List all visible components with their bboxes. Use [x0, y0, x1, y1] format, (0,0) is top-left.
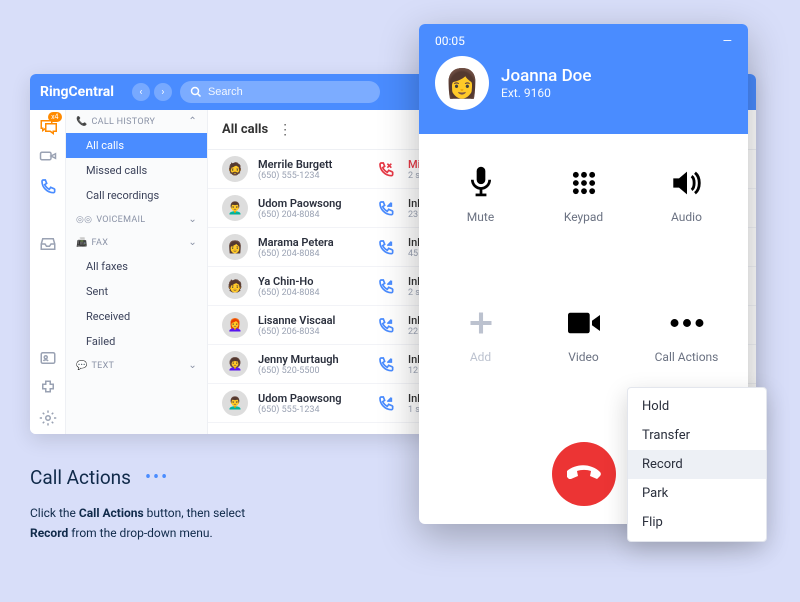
- keypad-icon: [570, 166, 598, 200]
- search-bar[interactable]: [180, 81, 380, 103]
- annotation: Call Actions ••• Click the Call Actions …: [30, 466, 390, 544]
- text-icon: 💬: [76, 361, 88, 371]
- search-icon: [190, 86, 202, 98]
- menu-item-flip[interactable]: Flip: [628, 508, 766, 537]
- nav-back-button[interactable]: ‹: [132, 83, 150, 101]
- rail-contacts-icon[interactable]: [38, 348, 58, 368]
- avatar: 🧑: [222, 273, 248, 299]
- rail-settings-icon[interactable]: [38, 408, 58, 428]
- rail-apps-icon[interactable]: [38, 378, 58, 398]
- call-timer: 00:05: [435, 34, 465, 48]
- video-icon: [568, 306, 600, 340]
- sidebar-item-failed[interactable]: Failed: [66, 329, 207, 354]
- inbound-call-icon: [378, 278, 398, 294]
- avatar: 👩‍🦰: [222, 312, 248, 338]
- call-number: (650) 204-8084: [258, 288, 368, 298]
- contact-extension: Ext. 9160: [501, 86, 591, 100]
- brand-logo: RingCentral: [40, 84, 114, 100]
- annotation-body: Click the Call Actions button, then sele…: [30, 503, 390, 544]
- avatar: 🧔: [222, 156, 248, 182]
- call-contact: 👩 Joanna Doe Ext. 9160: [435, 56, 732, 110]
- avatar: 👨‍🦱: [222, 390, 248, 416]
- rail-badge: x4: [48, 112, 61, 122]
- active-call-panel: 00:05 — 👩 Joanna Doe Ext. 9160 Mute Keyp…: [419, 24, 748, 524]
- missed-call-icon: [378, 161, 398, 177]
- plus-icon: [467, 306, 495, 340]
- sidebar-section-call-history[interactable]: 📞 CALL HISTORY ⌃: [66, 110, 207, 133]
- call-name: Jenny Murtaugh: [258, 353, 368, 366]
- sidebar-item-all-faxes[interactable]: All faxes: [66, 254, 207, 279]
- more-horizontal-icon: [670, 306, 704, 340]
- call-actions-menu: Hold Transfer Record Park Flip: [627, 387, 767, 542]
- chevron-up-icon: ⌃: [188, 116, 197, 127]
- inbound-call-icon: [378, 395, 398, 411]
- more-menu-button[interactable]: ⋮: [278, 122, 292, 138]
- nav-arrows: ‹ ›: [132, 83, 172, 101]
- call-name: Lisanne Viscaal: [258, 314, 368, 327]
- mute-button[interactable]: Mute: [429, 156, 532, 296]
- call-name: Merrile Burgett: [258, 158, 368, 171]
- menu-item-park[interactable]: Park: [628, 479, 766, 508]
- phone-icon: 📞: [76, 117, 88, 127]
- sidebar-item-received[interactable]: Received: [66, 304, 207, 329]
- menu-item-record[interactable]: Record: [628, 450, 766, 479]
- inbound-call-icon: [378, 200, 398, 216]
- minimize-button[interactable]: —: [723, 34, 732, 48]
- menu-item-transfer[interactable]: Transfer: [628, 421, 766, 450]
- call-number: (650) 204-8084: [258, 210, 368, 220]
- call-name: Udom Paowsong: [258, 197, 368, 210]
- inbound-call-icon: [378, 356, 398, 372]
- call-number: (650) 520-5500: [258, 366, 368, 376]
- menu-item-hold[interactable]: Hold: [628, 392, 766, 421]
- avatar: 👩: [222, 234, 248, 260]
- avatar: 👩: [435, 56, 489, 110]
- sidebar-section-fax[interactable]: 📠 FAX ⌄: [66, 231, 207, 254]
- mic-icon: [468, 166, 494, 200]
- fax-icon: 📠: [76, 238, 88, 248]
- rail-inbox-icon[interactable]: [38, 234, 58, 254]
- call-number: (650) 204-8084: [258, 249, 368, 259]
- keypad-button[interactable]: Keypad: [532, 156, 635, 296]
- sidebar: 📞 CALL HISTORY ⌃ All calls Missed calls …: [66, 110, 208, 434]
- sidebar-section-voicemail[interactable]: ◎◎ VOICEMAIL ⌄: [66, 208, 207, 231]
- inbound-call-icon: [378, 317, 398, 333]
- page-title: All calls: [222, 122, 268, 137]
- inbound-call-icon: [378, 239, 398, 255]
- call-header: 00:05 — 👩 Joanna Doe Ext. 9160: [419, 24, 748, 134]
- rail-video-icon[interactable]: [38, 146, 58, 166]
- sidebar-section-text[interactable]: 💬 TEXT ⌄: [66, 354, 207, 377]
- call-number: (650) 555-1234: [258, 405, 368, 415]
- sidebar-item-missed-calls[interactable]: Missed calls: [66, 158, 207, 183]
- call-name: Marama Petera: [258, 236, 368, 249]
- audio-button[interactable]: Audio: [635, 156, 738, 296]
- call-number: (650) 555-1234: [258, 171, 368, 181]
- add-button[interactable]: Add: [429, 296, 532, 436]
- more-horizontal-icon: •••: [145, 467, 169, 488]
- speaker-icon: [671, 166, 703, 200]
- chevron-down-icon: ⌄: [188, 214, 197, 225]
- left-rail: x4: [30, 110, 66, 434]
- sidebar-item-all-calls[interactable]: All calls: [66, 133, 207, 158]
- avatar: 👩‍🦱: [222, 351, 248, 377]
- voicemail-icon: ◎◎: [76, 215, 92, 225]
- annotation-title: Call Actions: [30, 466, 131, 489]
- rail-phone-icon[interactable]: [38, 176, 58, 196]
- call-name: Udom Paowsong: [258, 392, 368, 405]
- chevron-down-icon: ⌄: [188, 237, 197, 248]
- rail-messages-icon[interactable]: x4: [38, 116, 58, 136]
- sidebar-item-call-recordings[interactable]: Call recordings: [66, 183, 207, 208]
- end-call-button[interactable]: [552, 442, 616, 506]
- chevron-down-icon: ⌄: [188, 360, 197, 371]
- avatar: 👨‍🦱: [222, 195, 248, 221]
- search-input[interactable]: [208, 86, 370, 98]
- nav-forward-button[interactable]: ›: [154, 83, 172, 101]
- video-button[interactable]: Video: [532, 296, 635, 436]
- call-name: Ya Chin-Ho: [258, 275, 368, 288]
- call-number: (650) 206-8034: [258, 327, 368, 337]
- contact-name: Joanna Doe: [501, 66, 591, 86]
- sidebar-item-sent[interactable]: Sent: [66, 279, 207, 304]
